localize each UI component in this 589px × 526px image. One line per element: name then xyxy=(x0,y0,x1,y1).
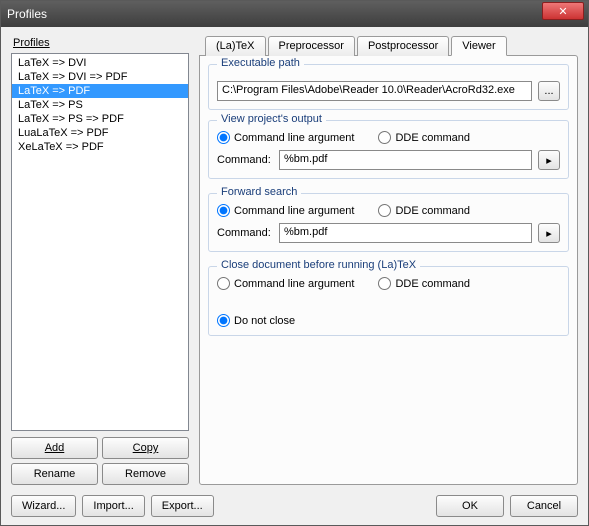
view-output-group: View project's output Command line argum… xyxy=(208,120,569,179)
view-command-label: Command: xyxy=(217,154,273,166)
forward-command-input[interactable]: %bm.pdf xyxy=(279,223,532,243)
wizard-button[interactable]: Wizard... xyxy=(11,495,76,517)
view-command-menu-button[interactable]: ▸ xyxy=(538,150,560,170)
close-document-label: Close document before running (La)TeX xyxy=(217,259,420,271)
executable-path-label: Executable path xyxy=(217,57,304,69)
profiles-dialog: Profiles ✕ Profiles LaTeX => DVILaTeX =>… xyxy=(0,0,589,526)
close-icon: ✕ xyxy=(558,5,567,18)
tab-latex[interactable]: (La)TeX xyxy=(205,36,266,56)
close-button[interactable]: ✕ xyxy=(542,2,584,20)
list-item[interactable]: LaTeX => PDF xyxy=(12,84,188,98)
arrow-right-icon: ▸ xyxy=(546,154,552,167)
titlebar: Profiles ✕ xyxy=(1,1,588,27)
remove-button[interactable]: Remove xyxy=(102,463,189,485)
copy-button[interactable]: Copy xyxy=(102,437,189,459)
list-item[interactable]: LaTeX => DVI xyxy=(12,56,188,70)
ok-button[interactable]: OK xyxy=(436,495,504,517)
close-cmd-radio[interactable]: Command line argument xyxy=(217,277,354,290)
forward-command-menu-button[interactable]: ▸ xyxy=(538,223,560,243)
forward-search-label: Forward search xyxy=(217,186,301,198)
close-document-group: Close document before running (La)TeX Co… xyxy=(208,266,569,336)
arrow-right-icon: ▸ xyxy=(546,227,552,240)
view-command-input[interactable]: %bm.pdf xyxy=(279,150,532,170)
close-dde-radio[interactable]: DDE command xyxy=(378,277,470,290)
export-button[interactable]: Export... xyxy=(151,495,214,517)
executable-path-input[interactable]: C:\Program Files\Adobe\Reader 10.0\Reade… xyxy=(217,81,532,101)
list-item[interactable]: LaTeX => PS => PDF xyxy=(12,112,188,126)
left-panel: Profiles LaTeX => DVILaTeX => DVI => PDF… xyxy=(11,35,189,485)
list-item[interactable]: XeLaTeX => PDF xyxy=(12,140,188,154)
executable-path-group: Executable path C:\Program Files\Adobe\R… xyxy=(208,64,569,110)
browse-button[interactable]: ... xyxy=(538,81,560,101)
right-panel: (La)TeXPreprocessorPostprocessorViewer E… xyxy=(199,35,578,485)
forward-dde-radio[interactable]: DDE command xyxy=(378,204,470,217)
tab-strip: (La)TeXPreprocessorPostprocessorViewer xyxy=(205,35,578,55)
profiles-listbox[interactable]: LaTeX => DVILaTeX => DVI => PDFLaTeX => … xyxy=(11,53,189,431)
rename-button[interactable]: Rename xyxy=(11,463,98,485)
tab-postprocessor[interactable]: Postprocessor xyxy=(357,36,449,56)
dialog-body: Profiles LaTeX => DVILaTeX => DVI => PDF… xyxy=(1,27,588,525)
forward-cmd-radio[interactable]: Command line argument xyxy=(217,204,354,217)
forward-command-label: Command: xyxy=(217,227,273,239)
view-output-label: View project's output xyxy=(217,113,326,125)
import-button[interactable]: Import... xyxy=(82,495,144,517)
footer: Wizard... Import... Export... OK Cancel xyxy=(11,485,578,517)
close-none-radio[interactable]: Do not close xyxy=(217,314,295,327)
window-title: Profiles xyxy=(7,7,582,21)
tab-preprocessor[interactable]: Preprocessor xyxy=(268,36,355,56)
list-item[interactable]: LuaLaTeX => PDF xyxy=(12,126,188,140)
forward-search-group: Forward search Command line argument DDE… xyxy=(208,193,569,252)
list-item[interactable]: LaTeX => PS xyxy=(12,98,188,112)
profiles-label: Profiles xyxy=(13,37,189,49)
ellipsis-icon: ... xyxy=(544,85,553,97)
list-item[interactable]: LaTeX => DVI => PDF xyxy=(12,70,188,84)
cancel-button[interactable]: Cancel xyxy=(510,495,578,517)
view-dde-radio[interactable]: DDE command xyxy=(378,131,470,144)
view-cmd-radio[interactable]: Command line argument xyxy=(217,131,354,144)
viewer-tab-panel: Executable path C:\Program Files\Adobe\R… xyxy=(199,55,578,485)
tab-viewer[interactable]: Viewer xyxy=(451,36,506,56)
add-button[interactable]: Add xyxy=(11,437,98,459)
